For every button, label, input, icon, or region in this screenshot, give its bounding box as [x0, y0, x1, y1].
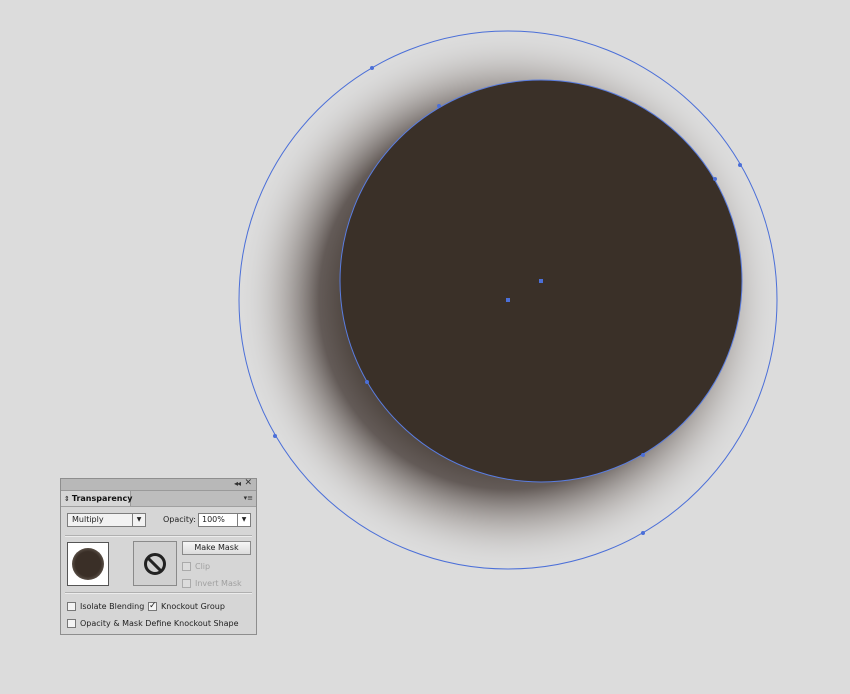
panel-titlebar[interactable]: ◂◂ ✕ [61, 478, 256, 491]
tab-label: Transparency [71, 494, 133, 503]
collapse-icon[interactable]: ◂◂ [234, 479, 241, 488]
make-mask-button[interactable]: Make Mask [182, 541, 251, 555]
anchor-point [738, 163, 742, 167]
mask-thumbnail[interactable] [133, 541, 177, 586]
anchor-point [641, 531, 645, 535]
clip-checkbox[interactable] [182, 562, 191, 571]
panel-tab-row: ⇕ Transparency ▾≡ [61, 491, 256, 507]
anchor-point [641, 453, 645, 457]
anchor-point [370, 66, 374, 70]
chevron-down-icon[interactable]: ▼ [237, 514, 250, 526]
opacity-mask-knockout-checkbox[interactable] [67, 619, 76, 628]
isolate-blending-label: Isolate Blending [80, 602, 145, 611]
opacity-label: Opacity: [163, 515, 196, 524]
chevron-down-icon[interactable]: ▼ [132, 514, 145, 526]
checkmark-icon: ✓ [149, 601, 157, 611]
transparency-panel: ◂◂ ✕ ⇕ Transparency ▾≡ Multiply ▼ Opacity… [60, 478, 257, 635]
divider [65, 535, 252, 537]
anchor-point [713, 177, 717, 181]
knockout-group-checkbox[interactable]: ✓ [148, 602, 157, 611]
close-icon[interactable]: ✕ [244, 478, 252, 488]
anchor-point [437, 104, 441, 108]
invert-mask-checkbox[interactable] [182, 579, 191, 588]
tab-transparency[interactable]: ⇕ Transparency [61, 491, 133, 506]
anchor-point [365, 380, 369, 384]
anchor-point [273, 434, 277, 438]
circle-thumbnail-icon [72, 548, 104, 580]
blend-mode-value: Multiply [72, 515, 104, 524]
clip-label: Clip [195, 562, 211, 571]
outer-center-point[interactable] [506, 298, 510, 302]
artwork-thumbnail[interactable] [67, 542, 109, 586]
isolate-blending-checkbox[interactable] [67, 602, 76, 611]
inner-center-point[interactable] [539, 279, 543, 283]
invert-mask-label: Invert Mask [195, 579, 242, 588]
divider [65, 592, 252, 594]
opacity-value: 100% [202, 515, 225, 524]
panel-menu-icon[interactable]: ▾≡ [244, 494, 253, 502]
blend-mode-select[interactable]: Multiply ▼ [67, 513, 146, 527]
knockout-group-label: Knockout Group [161, 602, 225, 611]
sort-icon: ⇕ [64, 495, 70, 503]
opacity-input[interactable]: 100% ▼ [198, 513, 251, 527]
opacity-mask-knockout-label: Opacity & Mask Define Knockout Shape [80, 619, 239, 628]
no-mask-icon [144, 553, 166, 575]
